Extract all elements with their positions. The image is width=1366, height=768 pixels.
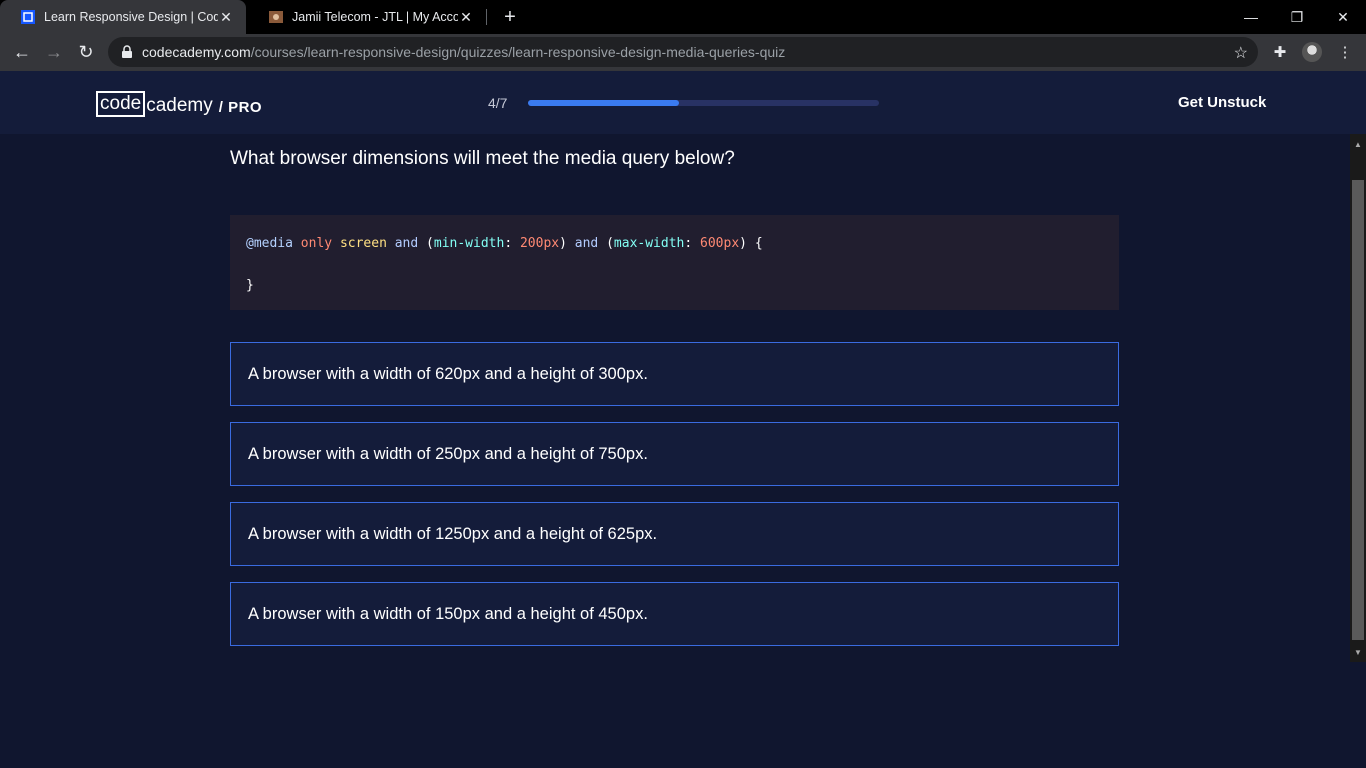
minimize-icon[interactable]: — — [1228, 0, 1274, 34]
more-menu-icon[interactable]: ⋮ — [1335, 42, 1355, 62]
answer-choice-text: A browser with a width of 620px and a he… — [248, 364, 648, 383]
close-window-icon[interactable]: ✕ — [1320, 0, 1366, 34]
quiz-progress-fill — [528, 100, 679, 106]
answer-choice-text: A browser with a width of 150px and a he… — [248, 604, 648, 623]
code-token: ) — [559, 236, 567, 251]
close-tab-icon[interactable]: ✕ — [458, 9, 474, 25]
site-header: code cademy / PRO 4/7 Get Unstuck — [0, 71, 1366, 134]
answer-choice-3[interactable]: A browser with a width of 1250px and a h… — [230, 502, 1119, 566]
logo-cademy: cademy — [146, 95, 213, 116]
logo-pro: / PRO — [218, 99, 263, 116]
tab-jamii-telecom[interactable]: Jamii Telecom - JTL | My Account ✕ — [248, 0, 486, 34]
code-token: and — [574, 236, 599, 251]
code-token: } — [246, 278, 254, 293]
code-token: ( — [606, 236, 614, 251]
answer-choice-1[interactable]: A browser with a width of 620px and a he… — [230, 342, 1119, 406]
code-token: 600px — [700, 236, 740, 251]
quiz-content: What browser dimensions will meet the me… — [0, 134, 1350, 768]
back-arrow-icon[interactable]: ← — [8, 38, 36, 66]
code-token: screen — [339, 236, 387, 251]
code-line-3: } — [246, 275, 1103, 296]
answer-choice-text: A browser with a width of 250px and a he… — [248, 444, 648, 463]
browser-tab-bar: Learn Responsive Design | Codec ✕ Jamii … — [0, 0, 1366, 34]
quiz-question: What browser dimensions will meet the me… — [230, 148, 735, 169]
new-tab-icon[interactable]: + — [498, 5, 522, 29]
code-token: : — [504, 236, 513, 251]
code-token: 200px — [519, 236, 560, 251]
url-path: /courses/learn-responsive-design/quizzes… — [250, 44, 786, 60]
browser-toolbar: ← → ↻ codecademy.com/courses/learn-respo… — [0, 34, 1366, 71]
get-unstuck-button[interactable]: Get Unstuck — [1178, 94, 1266, 111]
restore-icon[interactable]: ❐ — [1274, 0, 1320, 34]
url-domain: codecademy.com — [142, 44, 251, 60]
scroll-down-arrow-icon[interactable]: ▼ — [1350, 644, 1366, 660]
jamii-telecom-favicon-icon — [269, 11, 283, 23]
answer-choice-text: A browser with a width of 1250px and a h… — [248, 524, 658, 543]
reload-icon[interactable]: ↻ — [72, 38, 100, 66]
code-token: and — [394, 236, 419, 251]
page-scrollbar[interactable]: ▲ ▼ — [1350, 134, 1366, 662]
code-token: only — [300, 236, 333, 251]
quiz-progress-bar — [528, 100, 879, 106]
code-token: ) — [739, 236, 747, 251]
lock-icon — [122, 45, 132, 58]
profile-avatar[interactable] — [1302, 42, 1322, 62]
page-bottom-strip — [1350, 662, 1366, 768]
tab-title: Jamii Telecom - JTL | My Account — [292, 10, 458, 24]
logo-code: code — [96, 91, 146, 117]
code-token: @media — [246, 236, 293, 251]
answer-choice-2[interactable]: A browser with a width of 250px and a he… — [230, 422, 1119, 486]
bookmark-star-icon[interactable]: ☆ — [1234, 43, 1248, 63]
tab-separator — [486, 9, 487, 25]
answer-choice-4[interactable]: A browser with a width of 150px and a he… — [230, 582, 1119, 646]
address-bar[interactable]: codecademy.com/courses/learn-responsive-… — [108, 37, 1258, 67]
code-token: : — [684, 236, 693, 251]
quiz-progress-label: 4/7 — [488, 95, 508, 111]
code-token: max-width — [613, 236, 685, 251]
codecademy-pro-logo[interactable]: code cademy / PRO — [96, 91, 262, 117]
code-token: ( — [426, 236, 434, 251]
close-tab-icon[interactable]: ✕ — [218, 9, 234, 25]
extensions-puzzle-icon[interactable]: ✚ — [1270, 42, 1290, 62]
code-token: min-width — [433, 236, 505, 251]
code-token: { — [754, 236, 763, 251]
tab-title: Learn Responsive Design | Codec — [44, 10, 218, 24]
forward-arrow-icon[interactable]: → — [40, 38, 68, 66]
code-snippet: @media only screen and (min-width: 200px… — [230, 215, 1119, 310]
tab-learn-responsive-design[interactable]: Learn Responsive Design | Codec ✕ — [0, 0, 246, 34]
code-line-1: @media only screen and (min-width: 200px… — [246, 233, 1103, 254]
scroll-up-arrow-icon[interactable]: ▲ — [1350, 136, 1366, 152]
codecademy-favicon-icon — [21, 10, 35, 24]
scrollbar-thumb[interactable] — [1352, 180, 1364, 640]
